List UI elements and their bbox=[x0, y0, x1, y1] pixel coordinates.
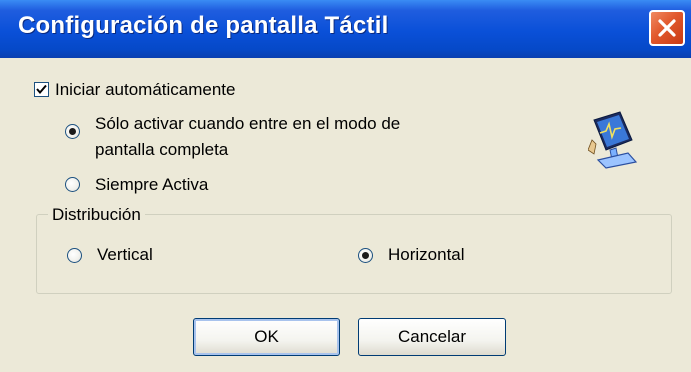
close-icon bbox=[658, 19, 676, 37]
vertical-radio[interactable] bbox=[67, 248, 82, 263]
title-bar[interactable]: Configuración de pantalla Táctil bbox=[0, 0, 691, 58]
distribution-legend: Distribución bbox=[48, 204, 145, 225]
radio-selected-dot bbox=[69, 128, 76, 135]
touch-monitor-icon bbox=[588, 111, 638, 169]
checkmark-icon bbox=[36, 84, 47, 95]
fullscreen-only-radio[interactable] bbox=[65, 124, 80, 139]
autostart-label[interactable]: Iniciar automáticamente bbox=[55, 79, 235, 100]
close-button[interactable] bbox=[649, 10, 685, 46]
horizontal-radio[interactable] bbox=[358, 248, 373, 263]
dialog-window: Configuración de pantalla Táctil Iniciar… bbox=[0, 0, 691, 372]
radio-selected-dot bbox=[362, 252, 369, 259]
cancel-button[interactable]: Cancelar bbox=[358, 318, 506, 356]
window-title: Configuración de pantalla Táctil bbox=[18, 12, 389, 39]
autostart-checkbox[interactable] bbox=[34, 82, 49, 97]
fullscreen-only-label-line1[interactable]: Sólo activar cuando entre en el modo de bbox=[95, 113, 400, 134]
always-active-label[interactable]: Siempre Activa bbox=[95, 174, 208, 195]
vertical-label[interactable]: Vertical bbox=[97, 244, 153, 265]
ok-button[interactable]: OK bbox=[193, 318, 340, 356]
horizontal-label[interactable]: Horizontal bbox=[388, 244, 465, 265]
fullscreen-only-label-line2[interactable]: pantalla completa bbox=[95, 139, 228, 160]
always-active-radio[interactable] bbox=[65, 177, 80, 192]
